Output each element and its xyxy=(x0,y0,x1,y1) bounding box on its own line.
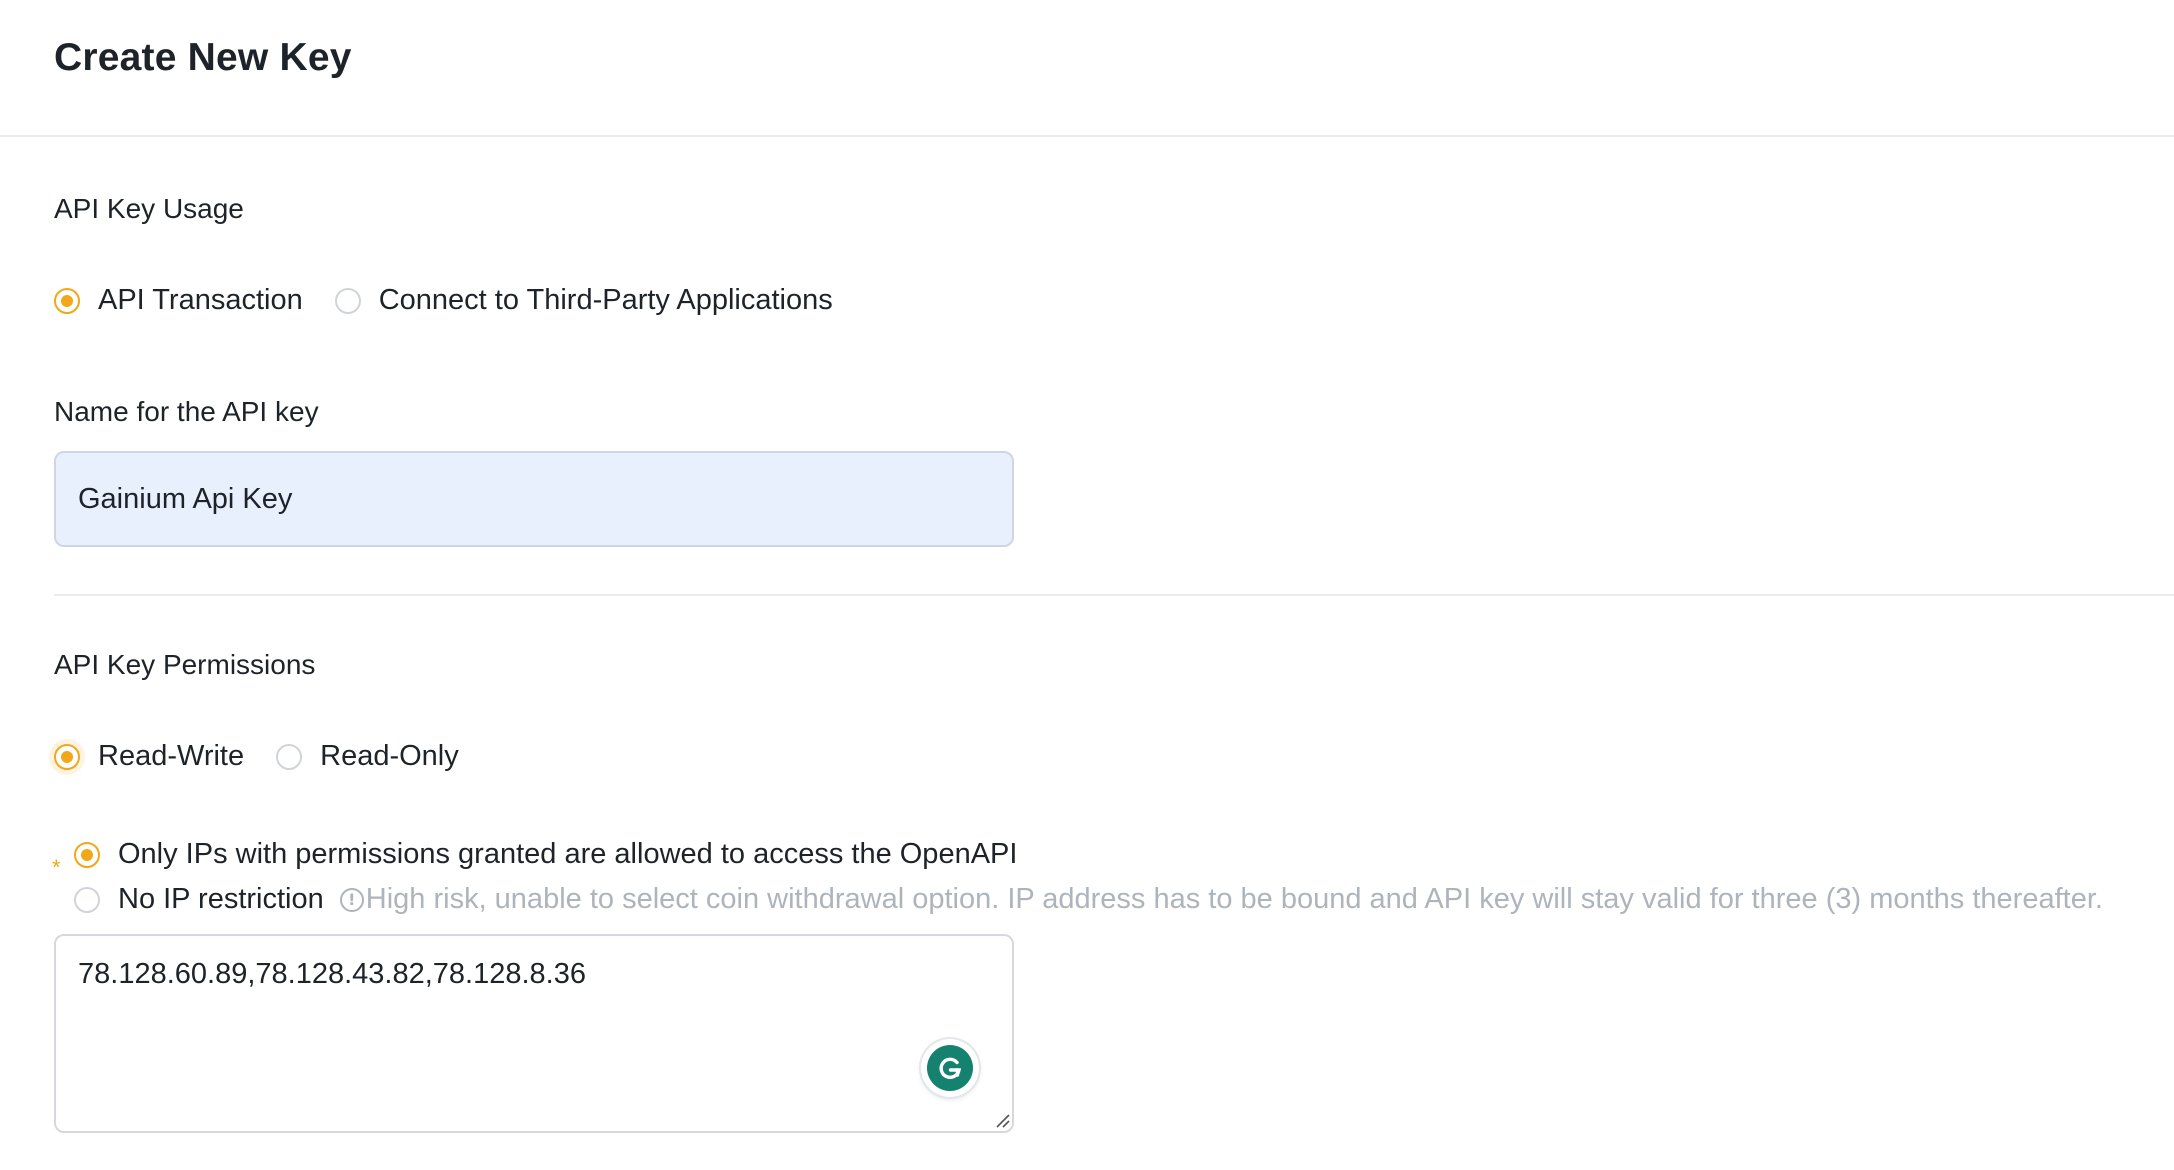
ip-risk-warning: ! High risk, unable to select coin withd… xyxy=(339,883,2103,916)
permission-option-read-only[interactable]: Read-Only xyxy=(276,740,459,773)
ip-option-no-restriction[interactable]: No IP restriction xyxy=(74,883,324,916)
usage-option-api-transaction[interactable]: API Transaction xyxy=(54,284,303,317)
usage-option-third-party[interactable]: Connect to Third-Party Applications xyxy=(334,284,833,317)
radio-unchecked-icon[interactable] xyxy=(276,743,303,770)
radio-checked-icon[interactable] xyxy=(54,743,80,770)
api-key-name-input[interactable] xyxy=(54,451,1014,547)
info-circle-icon: ! xyxy=(339,887,364,912)
grammarly-icon xyxy=(927,1045,973,1091)
grammarly-button[interactable] xyxy=(921,1039,979,1097)
permission-option-read-write[interactable]: Read-Write xyxy=(54,740,244,773)
permissions-radio-group: Read-Write Read-Only xyxy=(54,740,459,773)
ip-restricted-option-row: Only IPs with permissions granted are al… xyxy=(74,838,1017,871)
usage-option-label: Connect to Third-Party Applications xyxy=(378,284,833,316)
radio-checked-icon[interactable] xyxy=(74,841,100,868)
section-divider xyxy=(54,594,2174,596)
radio-checked-icon[interactable] xyxy=(54,287,80,314)
api-key-usage-label: API Key Usage xyxy=(54,193,244,224)
ip-option-label: No IP restriction xyxy=(118,883,324,915)
resize-handle-icon[interactable] xyxy=(994,1112,1010,1128)
ip-unrestricted-option-row: No IP restriction ! High risk, unable to… xyxy=(74,883,2103,916)
required-indicator: * xyxy=(52,855,61,880)
radio-unchecked-icon[interactable] xyxy=(334,287,361,314)
permission-option-label: Read-Only xyxy=(320,740,459,772)
ip-option-label: Only IPs with permissions granted are al… xyxy=(118,838,1018,870)
api-key-name-label: Name for the API key xyxy=(54,396,319,427)
permission-option-label: Read-Write xyxy=(98,740,245,772)
radio-unchecked-icon[interactable] xyxy=(74,886,100,913)
api-key-permissions-label: API Key Permissions xyxy=(54,649,316,680)
page-header: Create New Key xyxy=(0,0,2174,137)
ip-whitelist-textarea[interactable]: 78.128.60.89,78.128.43.82,78.128.8.36 xyxy=(54,934,1014,1133)
ip-option-restricted[interactable]: Only IPs with permissions granted are al… xyxy=(74,838,1017,871)
page-title: Create New Key xyxy=(54,36,352,79)
ip-risk-warning-text: High risk, unable to select coin withdra… xyxy=(365,883,2103,915)
api-key-usage-radio-group: API Transaction Connect to Third-Party A… xyxy=(54,284,833,317)
usage-option-label: API Transaction xyxy=(98,284,303,316)
